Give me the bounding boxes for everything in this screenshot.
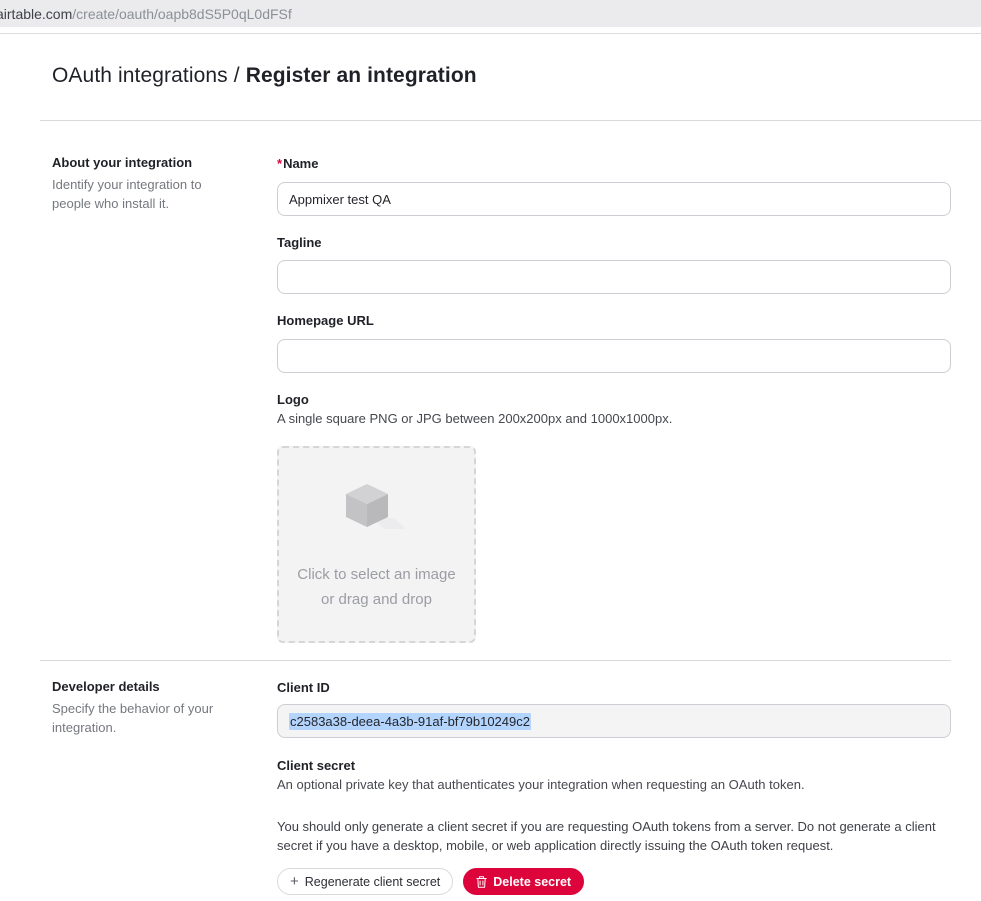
client-id-input[interactable]: c2583a38-deea-4a3b-91af-bf79b10249c2 xyxy=(277,704,951,738)
tagline-input[interactable] xyxy=(277,260,951,294)
section-divider-top xyxy=(40,120,981,121)
homepage-url-field-label: Homepage URL xyxy=(277,313,374,328)
delete-button-label: Delete secret xyxy=(493,875,571,889)
client-secret-description: An optional private key that authenticat… xyxy=(277,777,805,792)
section-divider-developer xyxy=(40,660,951,661)
browser-window: airtable.com/create/oauth/oapb8dS5P0qL0d… xyxy=(0,0,981,901)
breadcrumb-separator: / xyxy=(228,64,246,87)
url-domain: airtable.com xyxy=(0,6,72,22)
client-secret-field-label: Client secret xyxy=(277,758,355,773)
page-url: airtable.com/create/oauth/oapb8dS5P0qL0d… xyxy=(0,6,292,22)
client-id-field-label: Client ID xyxy=(277,680,330,695)
plus-icon: + xyxy=(290,874,299,889)
name-label-text: Name xyxy=(283,156,318,171)
tagline-field-label: Tagline xyxy=(277,235,322,250)
regenerate-client-secret-button[interactable]: + Regenerate client secret xyxy=(277,868,453,895)
about-section-title: About your integration xyxy=(52,155,192,170)
name-input[interactable] xyxy=(277,182,951,216)
logo-upload-dropzone[interactable]: Click to select an image or drag and dro… xyxy=(277,446,476,643)
logo-field-label: Logo xyxy=(277,392,309,407)
trash-icon xyxy=(476,876,487,888)
chrome-divider xyxy=(0,33,981,34)
homepage-url-input[interactable] xyxy=(277,339,951,373)
page-title: OAuth integrations/Register an integrati… xyxy=(52,64,477,88)
delete-secret-button[interactable]: Delete secret xyxy=(463,868,584,895)
client-secret-note: You should only generate a client secret… xyxy=(277,817,953,855)
upload-instruction-line1: Click to select an image xyxy=(297,562,455,587)
about-section-description: Identify your integration to people who … xyxy=(52,175,224,213)
logo-field-description: A single square PNG or JPG between 200x2… xyxy=(277,411,672,426)
name-field-label: *Name xyxy=(277,156,318,171)
url-path: /create/oauth/oapb8dS5P0qL0dFSf xyxy=(72,6,292,22)
breadcrumb-parent[interactable]: OAuth integrations xyxy=(52,64,228,87)
address-bar[interactable]: airtable.com/create/oauth/oapb8dS5P0qL0d… xyxy=(0,0,981,27)
client-id-value: c2583a38-deea-4a3b-91af-bf79b10249c2 xyxy=(289,713,531,730)
cube-icon xyxy=(344,482,410,538)
required-asterisk: * xyxy=(277,156,282,171)
upload-instruction-line2: or drag and drop xyxy=(297,587,455,612)
client-secret-actions: + Regenerate client secret Delete secret xyxy=(277,868,584,895)
regenerate-button-label: Regenerate client secret xyxy=(305,875,441,889)
upload-instructions: Click to select an image or drag and dro… xyxy=(297,562,455,612)
developer-section-title: Developer details xyxy=(52,679,160,694)
developer-section-description: Specify the behavior of your integration… xyxy=(52,699,224,737)
breadcrumb-current: Register an integration xyxy=(246,64,477,87)
